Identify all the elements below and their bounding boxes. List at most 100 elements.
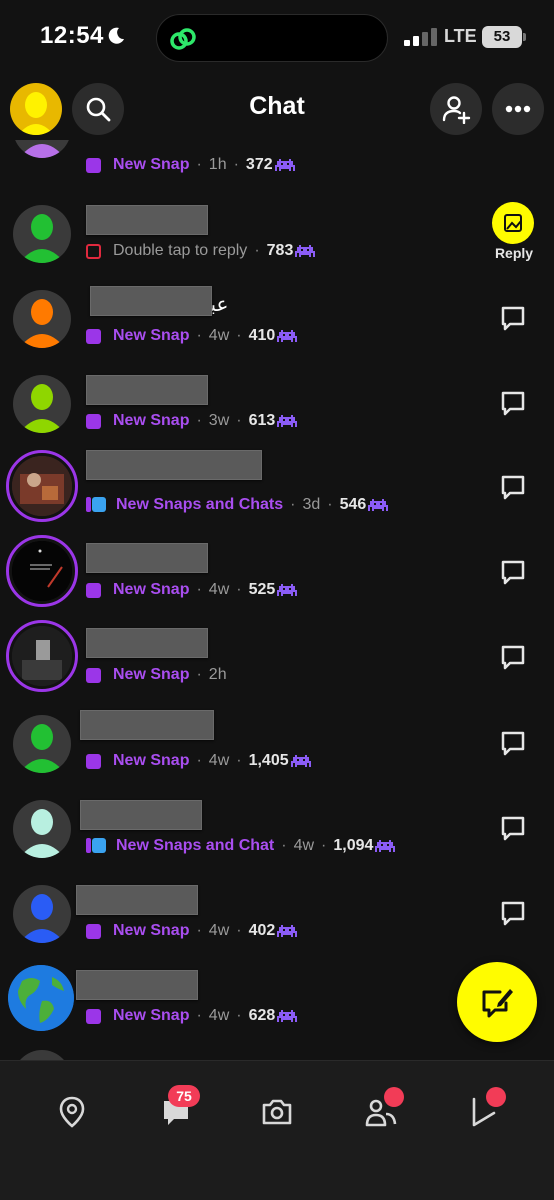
header: Chat xyxy=(0,80,554,140)
chat-status: New Snaps and Chats · 3d · 546 xyxy=(86,496,389,514)
more-button[interactable] xyxy=(492,83,544,135)
network-type: LTE xyxy=(444,26,477,46)
redacted-name xyxy=(80,710,214,740)
snap-indicator-icon xyxy=(86,413,101,429)
chat-status: New Snap · 4w · 525 xyxy=(86,581,298,599)
bottom-nav: 75 xyxy=(0,1060,554,1200)
chat-bubble-icon[interactable] xyxy=(498,472,528,502)
redacted-name xyxy=(86,628,208,658)
snap-indicator-icon xyxy=(86,753,101,769)
alien-icon xyxy=(277,584,298,596)
chat-status: New Snap · 3w · 613 xyxy=(86,412,298,430)
nav-chat[interactable]: 75 xyxy=(160,1085,200,1129)
chat-bubble-icon[interactable] xyxy=(498,557,528,587)
add-friend-button[interactable] xyxy=(430,83,482,135)
friend-avatar xyxy=(13,1050,71,1060)
redacted-name xyxy=(76,970,198,1000)
snap-indicator-icon xyxy=(86,157,101,173)
redacted-name xyxy=(86,450,262,480)
snap-indicator-icon xyxy=(86,582,101,598)
map-pin-icon xyxy=(59,1096,85,1128)
friend-avatar xyxy=(13,375,71,433)
add-friend-icon xyxy=(442,96,471,124)
chat-bubble-icon[interactable] xyxy=(498,728,528,758)
new-chat-button[interactable] xyxy=(457,962,537,1042)
redacted-name xyxy=(90,286,212,316)
chat-status: New Snap · 4w · 1,405 xyxy=(86,752,311,770)
alien-icon xyxy=(277,1010,298,1022)
chat-row[interactable]: New Snap · 4w · 402 xyxy=(0,885,554,970)
signal-icon xyxy=(404,28,437,46)
friend-story-avatar[interactable] xyxy=(6,450,78,522)
nav-spotlight[interactable] xyxy=(466,1087,506,1129)
more-icon xyxy=(505,105,531,113)
stories-notification-dot xyxy=(384,1087,404,1107)
reply-button[interactable] xyxy=(492,202,534,244)
alien-icon xyxy=(274,159,295,171)
chat-list: New Snap · 1h · 372 Double tap to reply · 7… xyxy=(0,140,554,1060)
chat-row[interactable]: New Snaps and Chat · 4w · 1,094 xyxy=(0,800,554,885)
camera-reply-icon xyxy=(504,214,522,232)
alien-icon xyxy=(295,245,316,257)
camera-icon xyxy=(262,1099,292,1125)
chat-status: New Snaps and Chat · 4w · 1,094 xyxy=(86,837,396,855)
alien-icon xyxy=(277,415,298,427)
status-time: 12:54 xyxy=(40,22,104,49)
chat-status: New Snap · 2h xyxy=(86,666,227,684)
friend-avatar xyxy=(13,800,71,858)
friend-avatar xyxy=(13,140,71,158)
chat-bubble-icon[interactable] xyxy=(498,813,528,843)
nav-stories[interactable] xyxy=(364,1087,404,1129)
status-bar: 12:54 LTE 53 xyxy=(0,0,554,76)
snap-indicator-icon xyxy=(86,328,101,344)
chat-row[interactable]: New Snap · 4w · 525 xyxy=(0,535,554,620)
chat-row[interactable]: عبد New Snap · 4w · 410 xyxy=(0,286,554,375)
spotlight-notification-dot xyxy=(486,1087,506,1107)
moon-icon xyxy=(108,27,124,44)
friend-story-avatar[interactable] xyxy=(6,620,78,692)
chat-status: New Snap · 4w · 402 xyxy=(86,922,298,940)
snaps-and-chats-indicator-icon xyxy=(86,496,106,514)
link-icon xyxy=(170,28,196,50)
friend-avatar xyxy=(13,205,71,263)
redacted-name xyxy=(80,800,202,830)
chat-status: Double tap to reply · 783 xyxy=(86,242,316,260)
friend-avatar xyxy=(8,965,74,1031)
redacted-name xyxy=(86,375,208,405)
redacted-name xyxy=(86,543,208,573)
alien-icon xyxy=(375,840,396,852)
chat-unread-badge: 75 xyxy=(168,1085,200,1107)
redacted-name xyxy=(86,205,208,235)
chat-row[interactable]: New Snap · 2h xyxy=(0,620,554,705)
chat-row[interactable]: New Snap · 3w · 613 xyxy=(0,375,554,460)
chat-bubble-icon[interactable] xyxy=(498,898,528,928)
friend-story-avatar[interactable] xyxy=(6,535,78,607)
chat-bubble-icon[interactable] xyxy=(498,388,528,418)
chat-status: New Snap · 1h · 372 xyxy=(86,156,295,174)
globe-icon xyxy=(8,965,74,1031)
snaps-and-chats-indicator-icon xyxy=(86,837,106,855)
chat-status: New Snap · 4w · 628 xyxy=(86,1007,298,1025)
chat-bubble-icon[interactable] xyxy=(498,642,528,672)
battery-icon: 53 xyxy=(482,26,526,48)
snap-indicator-icon xyxy=(86,923,101,939)
snap-indicator-icon xyxy=(86,667,101,683)
chat-bubble-icon[interactable] xyxy=(498,303,528,333)
chat-row[interactable]: Double tap to reply · 783 Reply xyxy=(0,202,554,290)
friend-avatar xyxy=(13,715,71,773)
chat-status: New Snap · 4w · 410 xyxy=(86,327,298,345)
friend-avatar xyxy=(13,290,71,348)
compose-icon xyxy=(482,989,513,1018)
chat-row[interactable]: New Snaps and Chats · 3d · 546 xyxy=(0,450,554,535)
alien-icon xyxy=(277,330,298,342)
redacted-name xyxy=(76,885,198,915)
alien-icon xyxy=(368,499,389,511)
alien-icon xyxy=(290,755,311,767)
chat-row[interactable]: New Snap · 4w · 1,405 xyxy=(0,710,554,800)
dynamic-island xyxy=(156,14,388,62)
nav-camera[interactable] xyxy=(260,1095,294,1129)
snap-indicator-icon xyxy=(86,1008,101,1024)
friend-avatar xyxy=(13,885,71,943)
nav-map[interactable] xyxy=(55,1095,89,1129)
chat-row[interactable]: New Snap · 1h · 372 xyxy=(0,140,554,185)
